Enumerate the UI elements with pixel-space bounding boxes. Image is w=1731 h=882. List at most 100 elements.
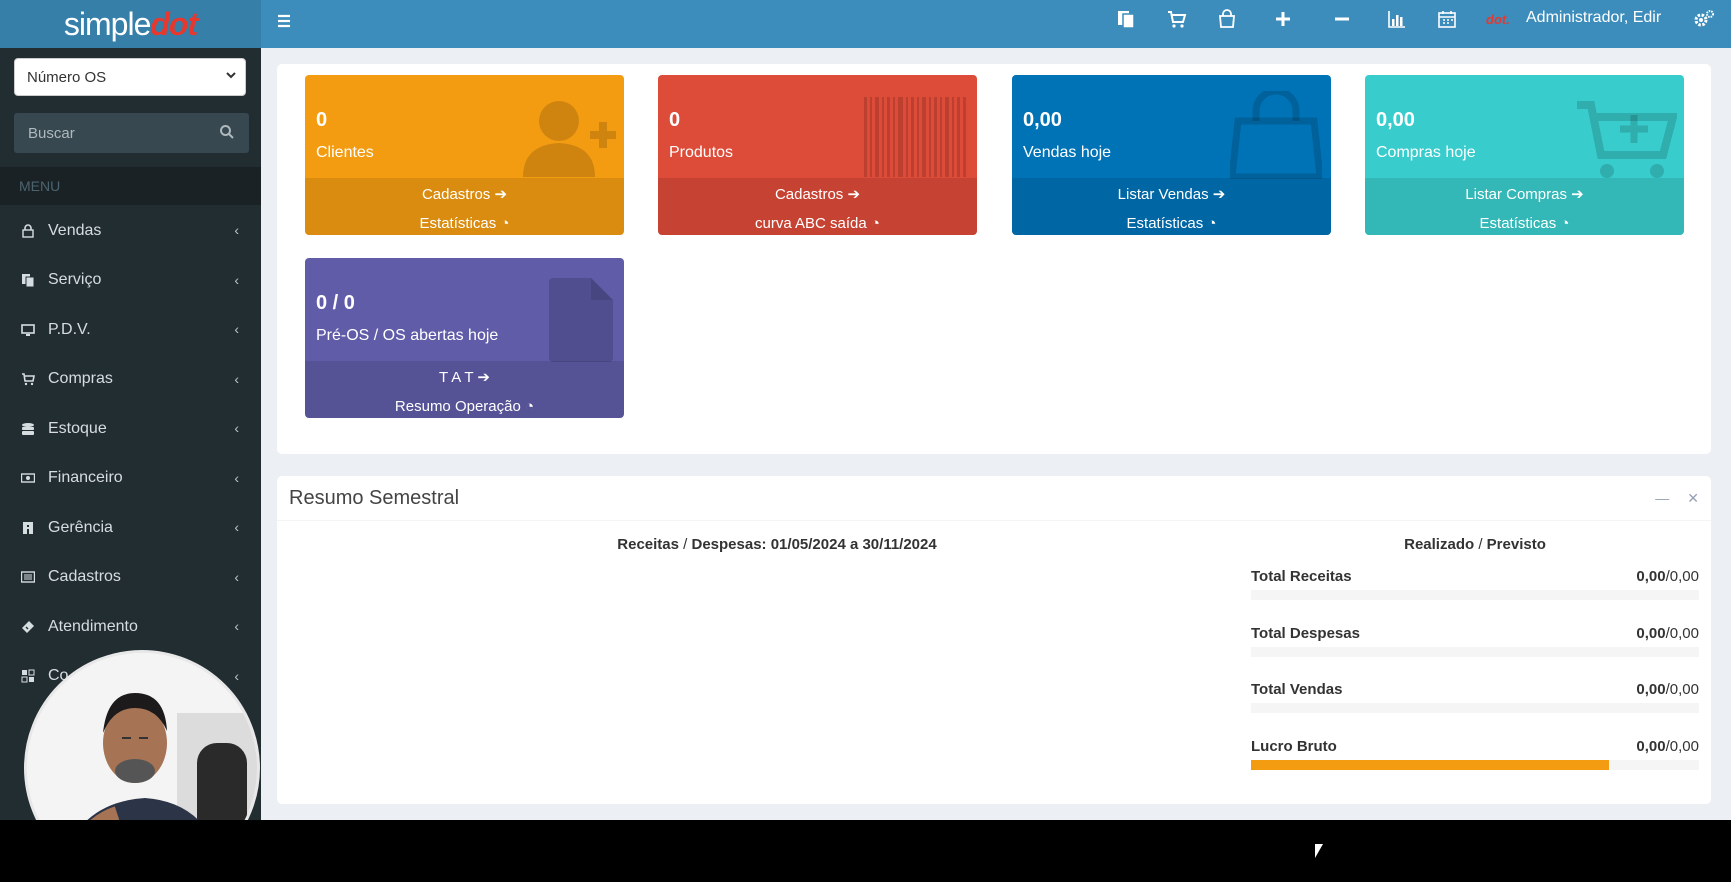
chart-title: Receitas / Despesas: 01/05/2024 a 30/11/… [277, 536, 1277, 553]
hamburger-menu-icon[interactable] [276, 8, 292, 34]
progress-bar [1251, 760, 1699, 770]
value-previsto: /0,00 [1665, 681, 1699, 698]
app-screen: simple dot Número OS Buscar MENU Vendas ‹… [0, 0, 1731, 820]
minus-icon[interactable] [1332, 6, 1352, 32]
copy-icon[interactable] [1116, 6, 1136, 32]
tile-label: Compras hoje [1376, 144, 1476, 161]
tile-link-curva-abc[interactable]: curva ABC saída ◔ [658, 215, 977, 232]
tile-link-estatisticas[interactable]: Estatísticas ◔ [1365, 215, 1684, 232]
progress-value: 0,00/0,00 [1636, 738, 1699, 755]
sidebar-item-compras[interactable]: Compras ‹ [0, 355, 261, 405]
chart-title-receitas: Receitas [617, 536, 679, 553]
sidebar-item-label: Estoque [48, 419, 107, 437]
search-type-select[interactable]: Número OS [14, 58, 246, 96]
tile-footer: Listar Compras ➔ Estatísticas ◔ [1365, 178, 1684, 235]
logo[interactable]: simple dot [0, 0, 261, 48]
chart-area [297, 566, 1237, 786]
list-icon [20, 569, 36, 585]
panel-title-sep: / [1474, 536, 1487, 553]
close-icon[interactable]: ✕ [1687, 490, 1699, 507]
tile-link-text: Cadastros [421, 186, 491, 203]
value-realizado: 0,00 [1636, 738, 1666, 755]
chevron-left-icon: ‹ [234, 271, 239, 288]
sidebar-item-financeiro[interactable]: Financeiro ‹ [0, 454, 261, 504]
tile-label: Produtos [669, 144, 734, 161]
grid-icon [20, 668, 36, 684]
tile-link-text: Resumo Operação [394, 398, 521, 415]
tile-os-abertas: 0 / 0 Pré-OS / OS abertas hoje T A T ➔ R… [305, 258, 624, 418]
file-icon [549, 278, 613, 362]
sidebar-item-label: Gerência [48, 518, 113, 536]
sidebar-item-label: Vendas [48, 221, 102, 239]
sidebar-item-servico[interactable]: Serviço ‹ [0, 256, 261, 306]
chevron-down-icon [225, 68, 237, 84]
tile-link-cadastros[interactable]: Cadastros ➔ [305, 185, 624, 203]
arrow-circle-right-icon: ➔ [847, 186, 861, 203]
search-placeholder: Buscar [28, 124, 75, 142]
tile-link-tat[interactable]: T A T ➔ [305, 368, 624, 386]
chevron-left-icon: ‹ [234, 420, 239, 436]
tile-link-estatisticas[interactable]: Estatísticas ◔ [1012, 215, 1331, 232]
user-name[interactable]: Administrador, Edir [1526, 0, 1661, 36]
sidebar-item-vendas[interactable]: Vendas ‹ [0, 206, 261, 256]
bottom-black-bar [0, 820, 1731, 882]
pie-chart-icon: ◔ [1207, 215, 1217, 232]
cart-plus-icon [1577, 101, 1677, 178]
building-icon [20, 520, 36, 536]
gears-icon[interactable] [1693, 6, 1715, 32]
progress-bar [1251, 590, 1699, 600]
info-tiles-panel: 0 Clientes Cadastros ➔ Estatísticas ◔ 0 … [277, 64, 1711, 454]
lock-icon [20, 223, 36, 239]
search-input[interactable]: Buscar [14, 113, 249, 153]
chevron-left-icon: ‹ [234, 519, 239, 535]
sidebar-item-label: Compras [48, 370, 113, 388]
progress-bar [1251, 647, 1699, 657]
tile-link-listar-compras[interactable]: Listar Compras ➔ [1365, 185, 1684, 203]
arrow-circle-right-icon: ➔ [494, 186, 508, 203]
user-plus-icon [523, 101, 616, 177]
minus-icon[interactable]: — [1655, 490, 1669, 507]
sidebar-item-label: Serviço [48, 271, 102, 289]
copy-icon [20, 272, 36, 288]
sidebar-item-cadastros[interactable]: Cadastros ‹ [0, 553, 261, 603]
mouse-cursor [1315, 844, 1331, 858]
chart-title-sep: / [678, 536, 692, 553]
tile-footer: Cadastros ➔ curva ABC saída ◔ [658, 178, 977, 235]
cart-icon[interactable] [1167, 6, 1187, 32]
sidebar-item-atendimento[interactable]: Atendimento ‹ [0, 602, 261, 652]
panel-title-previsto: Previsto [1486, 536, 1546, 553]
tile-link-cadastros[interactable]: Cadastros ➔ [658, 185, 977, 203]
sidebar-item-pdv[interactable]: P.D.V. ‹ [0, 305, 261, 355]
calendar-icon[interactable] [1437, 6, 1457, 32]
tile-link-text: curva ABC saída [755, 215, 867, 232]
tile-value: 0 [669, 109, 681, 131]
chevron-left-icon: ‹ [234, 667, 239, 684]
tile-clientes: 0 Clientes Cadastros ➔ Estatísticas ◔ [305, 75, 624, 235]
progress-row-despesas: Total Despesas 0,00/0,00 [1251, 625, 1699, 665]
plus-icon[interactable] [1273, 6, 1293, 32]
sidebar-item-estoque[interactable]: Estoque ‹ [0, 404, 261, 454]
select-value: Número OS [27, 68, 107, 86]
tile-link-resumo-operacao[interactable]: Resumo Operação ◔ [305, 398, 624, 415]
sidebar-item-label: Financeiro [48, 469, 123, 487]
tile-link-listar-vendas[interactable]: Listar Vendas ➔ [1012, 185, 1331, 203]
box-tools: — ✕ [1655, 490, 1699, 507]
bar-chart-icon[interactable] [1387, 6, 1407, 32]
money-icon [20, 470, 36, 486]
sidebar-item-gerencia[interactable]: Gerência ‹ [0, 503, 261, 553]
arrow-circle-right-icon: ➔ [1571, 186, 1584, 203]
progress-value: 0,00/0,00 [1636, 568, 1699, 585]
progress-fill [1251, 760, 1610, 770]
chevron-left-icon: ‹ [234, 568, 239, 585]
chevron-left-icon: ‹ [234, 370, 239, 387]
menu-header: MENU [0, 167, 261, 205]
tile-link-text: Listar Vendas [1117, 186, 1209, 203]
chart-title-despesas: Despesas: 01/05/2024 a 30/11/2024 [691, 536, 937, 553]
progress-value: 0,00/0,00 [1636, 681, 1699, 698]
tile-footer: Cadastros ➔ Estatísticas ◔ [305, 178, 624, 235]
progress-value: 0,00/0,00 [1636, 625, 1699, 642]
search-icon[interactable] [219, 124, 235, 144]
shopping-bag-icon[interactable] [1217, 6, 1237, 32]
tile-link-estatisticas[interactable]: Estatísticas ◔ [305, 215, 624, 232]
tile-value: 0,00 [1023, 109, 1062, 131]
